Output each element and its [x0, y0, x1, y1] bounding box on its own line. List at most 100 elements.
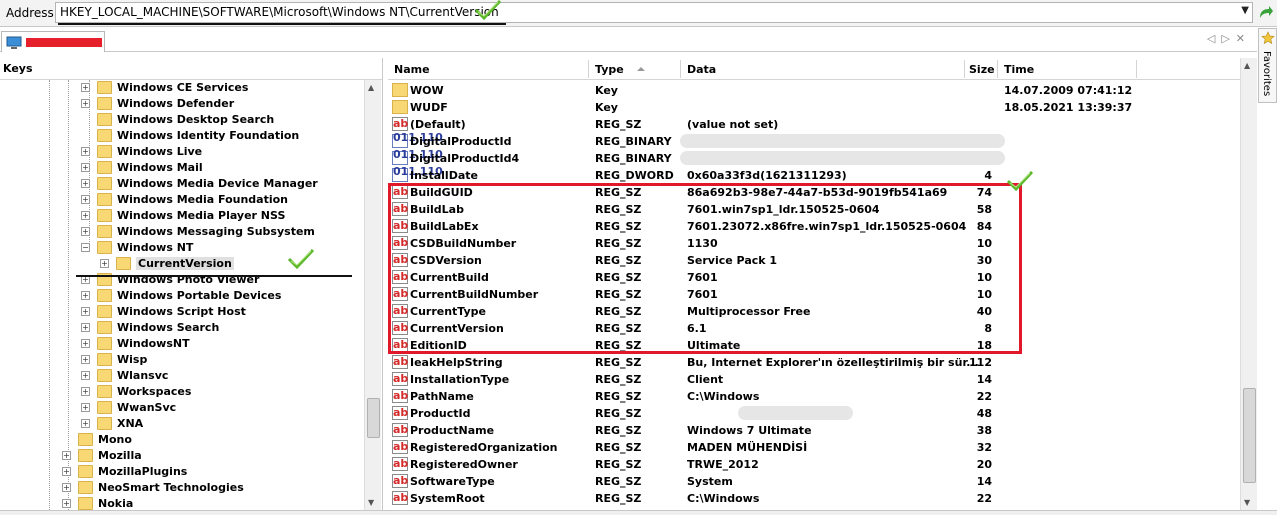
expand-icon[interactable]: +	[81, 355, 90, 364]
keys-pane: Keys + Windows CE Services + Windows Defend…	[0, 58, 383, 510]
tree-item[interactable]: + Workspaces	[0, 384, 360, 400]
tree-item[interactable]: + Windows Messaging Subsystem	[0, 224, 360, 240]
checkmark-icon	[287, 248, 315, 270]
collapse-icon[interactable]: −	[81, 243, 90, 252]
value-data: MADEN MÜHENDİSİ	[687, 441, 808, 454]
value-row[interactable]: ab PathName REG_SZ C:\Windows 22	[388, 388, 1240, 405]
column-header-name[interactable]: Name	[394, 63, 430, 76]
tree-item[interactable]: + Windows Media Player NSS	[0, 208, 360, 224]
expand-icon[interactable]: +	[62, 483, 71, 492]
expand-icon[interactable]: +	[81, 323, 90, 332]
expand-icon[interactable]: +	[62, 451, 71, 460]
column-divider[interactable]	[1136, 60, 1137, 78]
column-divider[interactable]	[997, 60, 998, 78]
sort-ascending-icon	[637, 67, 645, 71]
value-row[interactable]: 011 110 InstallDate REG_DWORD 0x60a33f3d(16…	[388, 166, 1240, 184]
value-size: 20	[976, 458, 992, 471]
tree-scrollbar[interactable]: ▲ ▼	[364, 80, 381, 510]
expand-icon[interactable]: +	[81, 211, 90, 220]
tree-item-label: Windows Desktop Search	[117, 113, 275, 126]
expand-icon[interactable]: +	[62, 467, 71, 476]
string-value-icon: ab	[392, 474, 409, 488]
expand-icon[interactable]: +	[62, 499, 71, 508]
address-input[interactable]: HKEY_LOCAL_MACHINE\SOFTWARE\Microsoft\Wi…	[55, 2, 1253, 23]
tree-item-label: Windows Portable Devices	[117, 289, 282, 302]
binary-value-icon: 011 110	[392, 149, 443, 165]
expand-icon[interactable]: +	[81, 419, 90, 428]
status-bar	[0, 510, 1277, 515]
tab-computer[interactable]	[1, 31, 105, 52]
chevron-down-icon[interactable]: ▼	[1241, 5, 1249, 16]
column-divider[interactable]	[680, 60, 681, 78]
expand-icon[interactable]: +	[81, 179, 90, 188]
expand-icon[interactable]: +	[81, 403, 90, 412]
value-row[interactable]: ab (Default) REG_SZ (value not set)	[388, 116, 1240, 133]
value-row[interactable]: 011 110 DigitalProductId4 REG_BINARY	[388, 149, 1240, 167]
scroll-up-icon[interactable]: ▲	[1244, 61, 1250, 70]
value-row[interactable]: ab ProductName REG_SZ Windows 7 Ultimate 38	[388, 422, 1240, 439]
value-row[interactable]: ab RegisteredOwner REG_SZ TRWE_2012 20	[388, 456, 1240, 473]
tree-item[interactable]: + Mozilla	[0, 448, 360, 464]
expand-icon[interactable]: +	[81, 307, 90, 316]
expand-icon[interactable]: +	[81, 147, 90, 156]
tree-item[interactable]: + Windows Script Host	[0, 304, 360, 320]
tree-item[interactable]: + WwanSvc	[0, 400, 360, 416]
tree-item[interactable]: + NeoSmart Technologies	[0, 480, 360, 496]
column-header-time[interactable]: Time	[1004, 63, 1034, 76]
tree-item[interactable]: Windows Identity Foundation	[0, 128, 360, 144]
value-row[interactable]: 011 110 DigitalProductId REG_BINARY	[388, 132, 1240, 150]
string-value-icon: ab	[392, 117, 409, 131]
expand-icon[interactable]: +	[81, 371, 90, 380]
tree-item[interactable]: + MozillaPlugins	[0, 464, 360, 480]
expand-icon[interactable]: +	[81, 195, 90, 204]
tree-item[interactable]: Windows Desktop Search	[0, 112, 360, 128]
expand-icon[interactable]: +	[81, 163, 90, 172]
go-arrow-icon[interactable]	[1258, 5, 1274, 21]
expand-icon[interactable]: +	[81, 99, 90, 108]
value-row[interactable]: WOW Key 14.07.2009 07:41:12	[388, 82, 1240, 99]
column-header-size[interactable]: Size	[969, 63, 995, 76]
value-type: REG_SZ	[595, 356, 642, 369]
expand-icon[interactable]: +	[81, 227, 90, 236]
scroll-down-icon[interactable]: ▼	[368, 498, 374, 507]
tree-item[interactable]: + Windows Live	[0, 144, 360, 160]
values-scroll-thumb[interactable]	[1243, 388, 1256, 483]
tree-item[interactable]: + Wlansvc	[0, 368, 360, 384]
expand-icon[interactable]: +	[81, 291, 90, 300]
column-divider[interactable]	[964, 60, 965, 78]
scroll-down-icon[interactable]: ▼	[1244, 498, 1250, 507]
favorites-panel[interactable]: Favorites	[1258, 28, 1277, 103]
tree-item[interactable]: Mono	[0, 432, 360, 448]
column-header-data[interactable]: Data	[687, 63, 716, 76]
tree-item[interactable]: + Wisp	[0, 352, 360, 368]
string-value-icon: ab	[392, 355, 409, 369]
value-row[interactable]: ab RegisteredOrganization REG_SZ MADEN MÜHE…	[388, 439, 1240, 456]
value-row[interactable]: WUDF Key 18.05.2021 13:39:37	[388, 99, 1240, 116]
tree-item[interactable]: + WindowsNT	[0, 336, 360, 352]
column-header-type[interactable]: Type	[595, 63, 624, 76]
expand-icon[interactable]: +	[81, 83, 90, 92]
value-row[interactable]: ab SoftwareType REG_SZ System 14	[388, 473, 1240, 490]
tree-item[interactable]: + Windows Mail	[0, 160, 360, 176]
column-divider[interactable]	[588, 60, 589, 78]
scroll-up-icon[interactable]: ▲	[368, 83, 374, 92]
tree-item[interactable]: + Windows Search	[0, 320, 360, 336]
expand-icon[interactable]: +	[100, 259, 109, 268]
expand-icon[interactable]: +	[81, 387, 90, 396]
value-row[interactable]: ab InstallationType REG_SZ Client 14	[388, 371, 1240, 388]
tree-item[interactable]: + Nokia	[0, 496, 360, 510]
expand-icon[interactable]: +	[81, 339, 90, 348]
tree-item[interactable]: + Windows CE Services	[0, 80, 360, 96]
value-row[interactable]: ab SystemRoot REG_SZ C:\Windows 22	[388, 490, 1240, 507]
value-row[interactable]: ab IeakHelpString REG_SZ Bu, Internet Explo…	[388, 354, 1240, 371]
value-row[interactable]: ab ProductId REG_SZ 48	[388, 405, 1240, 422]
tree-item[interactable]: + Windows Media Device Manager	[0, 176, 360, 192]
value-name: RegisteredOrganization	[410, 441, 558, 454]
tree-scroll-thumb[interactable]	[367, 398, 380, 438]
tree-item[interactable]: + Windows Defender	[0, 96, 360, 112]
tree-item[interactable]: + Windows Media Foundation	[0, 192, 360, 208]
tree-item[interactable]: + XNA	[0, 416, 360, 432]
tree-item[interactable]: + Windows Portable Devices	[0, 288, 360, 304]
values-scrollbar[interactable]: ▲ ▼	[1240, 58, 1257, 510]
tab-navigation-arrows[interactable]: ◁▷✕	[1207, 32, 1251, 45]
